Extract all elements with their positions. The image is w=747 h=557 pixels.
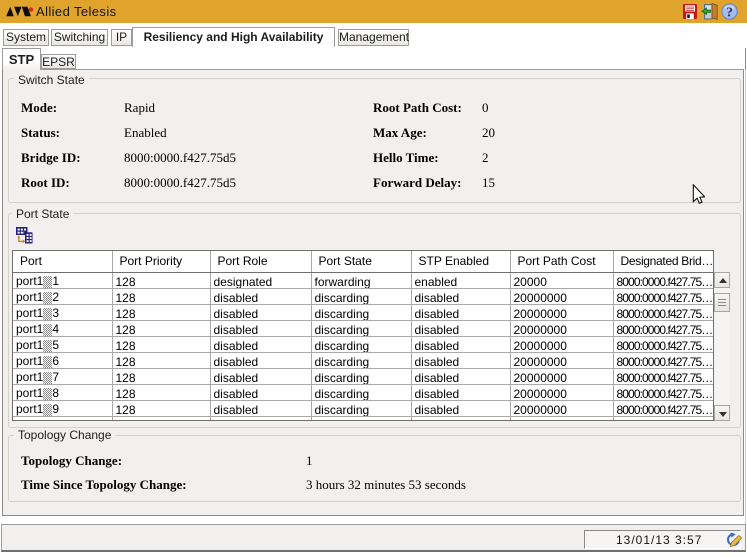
svg-text:?: ? bbox=[726, 6, 733, 21]
